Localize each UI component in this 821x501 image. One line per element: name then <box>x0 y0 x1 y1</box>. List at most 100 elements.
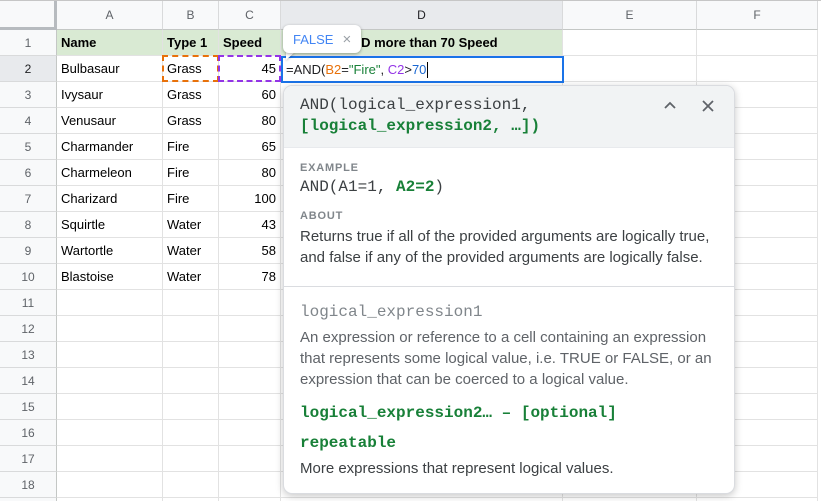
cell-B9[interactable]: Water <box>163 238 219 264</box>
row-header-8[interactable]: 8 <box>0 212 57 238</box>
chip-close-icon[interactable]: × <box>342 32 351 47</box>
cell-B18[interactable] <box>163 472 219 498</box>
row-header-9[interactable]: 9 <box>0 238 57 264</box>
cell-A18[interactable] <box>57 472 163 498</box>
row-header-18[interactable]: 18 <box>0 472 57 498</box>
cell-B12[interactable] <box>163 316 219 342</box>
cell-C9[interactable]: 58 <box>219 238 281 264</box>
cell-A6[interactable]: Charmeleon <box>57 160 163 186</box>
cell-A7[interactable]: Charizard <box>57 186 163 212</box>
row-header-15[interactable]: 15 <box>0 394 57 420</box>
row-header-16[interactable]: 16 <box>0 420 57 446</box>
cell-B17[interactable] <box>163 446 219 472</box>
cell-C12[interactable] <box>219 316 281 342</box>
cell-A16[interactable] <box>57 420 163 446</box>
cell-F1[interactable] <box>697 30 818 56</box>
cell-C8[interactable]: 43 <box>219 212 281 238</box>
cell-A15[interactable] <box>57 394 163 420</box>
cell-A3[interactable]: Ivysaur <box>57 82 163 108</box>
cell-B8[interactable]: Water <box>163 212 219 238</box>
example-code: AND(A1=1, A2=2) <box>300 178 718 196</box>
cell-C6[interactable]: 80 <box>219 160 281 186</box>
spreadsheet: A B C D E F 1 2 3 4 5 6 7 8 9 10 11 12 13 14 15 16 17 18 Name Typ… <box>0 0 821 501</box>
cell-C7[interactable]: 100 <box>219 186 281 212</box>
cell-B16[interactable] <box>163 420 219 446</box>
column-header-a[interactable]: A <box>57 1 163 30</box>
example-code-highlight: A2=2 <box>396 178 435 196</box>
column-header-e[interactable]: E <box>563 1 697 30</box>
column-header-f[interactable]: F <box>697 1 818 30</box>
cell-B5[interactable]: Fire <box>163 134 219 160</box>
cell-C18[interactable] <box>219 472 281 498</box>
cell-F2[interactable] <box>697 56 818 82</box>
cell-B11[interactable] <box>163 290 219 316</box>
column-header-c[interactable]: C <box>219 1 281 30</box>
cell-C13[interactable] <box>219 342 281 368</box>
row-header-12[interactable]: 12 <box>0 316 57 342</box>
cell-A4[interactable]: Venusaur <box>57 108 163 134</box>
row-header-4[interactable]: 4 <box>0 108 57 134</box>
row-header-11[interactable]: 11 <box>0 290 57 316</box>
cell-C1[interactable]: Speed <box>219 30 281 56</box>
row-header-1[interactable]: 1 <box>0 30 57 56</box>
row-header-10[interactable]: 10 <box>0 264 57 290</box>
formula-edit-cell-d2[interactable]: =AND(B2="Fire", C2>70 <box>281 56 564 83</box>
cell-A13[interactable] <box>57 342 163 368</box>
function-help-popup: AND(logical_expression1, [logical_expres… <box>283 85 735 494</box>
cell-C14[interactable] <box>219 368 281 394</box>
select-all-corner[interactable] <box>0 1 57 30</box>
cell-C11[interactable] <box>219 290 281 316</box>
cell-B2[interactable]: Grass <box>163 56 219 82</box>
formula-segment: "Fire" <box>348 62 381 77</box>
cell-C4[interactable]: 80 <box>219 108 281 134</box>
chevron-up-icon <box>662 98 678 121</box>
column-header-b[interactable]: B <box>163 1 219 30</box>
cell-B13[interactable] <box>163 342 219 368</box>
row-header-7[interactable]: 7 <box>0 186 57 212</box>
cell-B4[interactable]: Grass <box>163 108 219 134</box>
cell-C10[interactable]: 78 <box>219 264 281 290</box>
cell-A2[interactable]: Bulbasaur <box>57 56 163 82</box>
cell-B3[interactable]: Grass <box>163 82 219 108</box>
cell-C16[interactable] <box>219 420 281 446</box>
cell-A10[interactable]: Blastoise <box>57 264 163 290</box>
cell-A12[interactable] <box>57 316 163 342</box>
formula-text: =AND(B2="Fire", C2>70 <box>286 62 426 77</box>
cell-E2[interactable] <box>563 56 697 82</box>
row-header-3[interactable]: 3 <box>0 82 57 108</box>
cell-B10[interactable]: Water <box>163 264 219 290</box>
row-header-6[interactable]: 6 <box>0 160 57 186</box>
cell-A8[interactable]: Squirtle <box>57 212 163 238</box>
cell-A17[interactable] <box>57 446 163 472</box>
formula-result-chip: FALSE × <box>283 25 362 53</box>
cell-E1[interactable] <box>563 30 697 56</box>
learn-more-link[interactable]: Learn more <box>300 493 377 494</box>
cell-C2[interactable]: 45 <box>219 56 281 82</box>
example-code-prefix: AND(A1=1, <box>300 178 397 196</box>
cell-A5[interactable]: Charmander <box>57 134 163 160</box>
row-header-2[interactable]: 2 <box>0 56 57 82</box>
cell-A14[interactable] <box>57 368 163 394</box>
cell-B7[interactable]: Fire <box>163 186 219 212</box>
cell-C17[interactable] <box>219 446 281 472</box>
cell-C15[interactable] <box>219 394 281 420</box>
close-icon <box>700 98 716 121</box>
row-header-5[interactable]: 5 <box>0 134 57 160</box>
cell-A9[interactable]: Wartortle <box>57 238 163 264</box>
cell-B6[interactable]: Fire <box>163 160 219 186</box>
cell-A1[interactable]: Name <box>57 30 163 56</box>
collapse-button[interactable] <box>658 97 682 121</box>
arg2-description: More expressions that represent logical … <box>300 460 614 477</box>
cell-B1[interactable]: Type 1 <box>163 30 219 56</box>
row-header-17[interactable]: 17 <box>0 446 57 472</box>
close-button[interactable] <box>696 97 720 121</box>
row-header-13[interactable]: 13 <box>0 342 57 368</box>
example-label: EXAMPLE <box>300 162 359 174</box>
cell-B15[interactable] <box>163 394 219 420</box>
cell-C5[interactable]: 65 <box>219 134 281 160</box>
text-cursor <box>427 61 429 78</box>
cell-C3[interactable]: 60 <box>219 82 281 108</box>
cell-A11[interactable] <box>57 290 163 316</box>
row-header-14[interactable]: 14 <box>0 368 57 394</box>
cell-B14[interactable] <box>163 368 219 394</box>
